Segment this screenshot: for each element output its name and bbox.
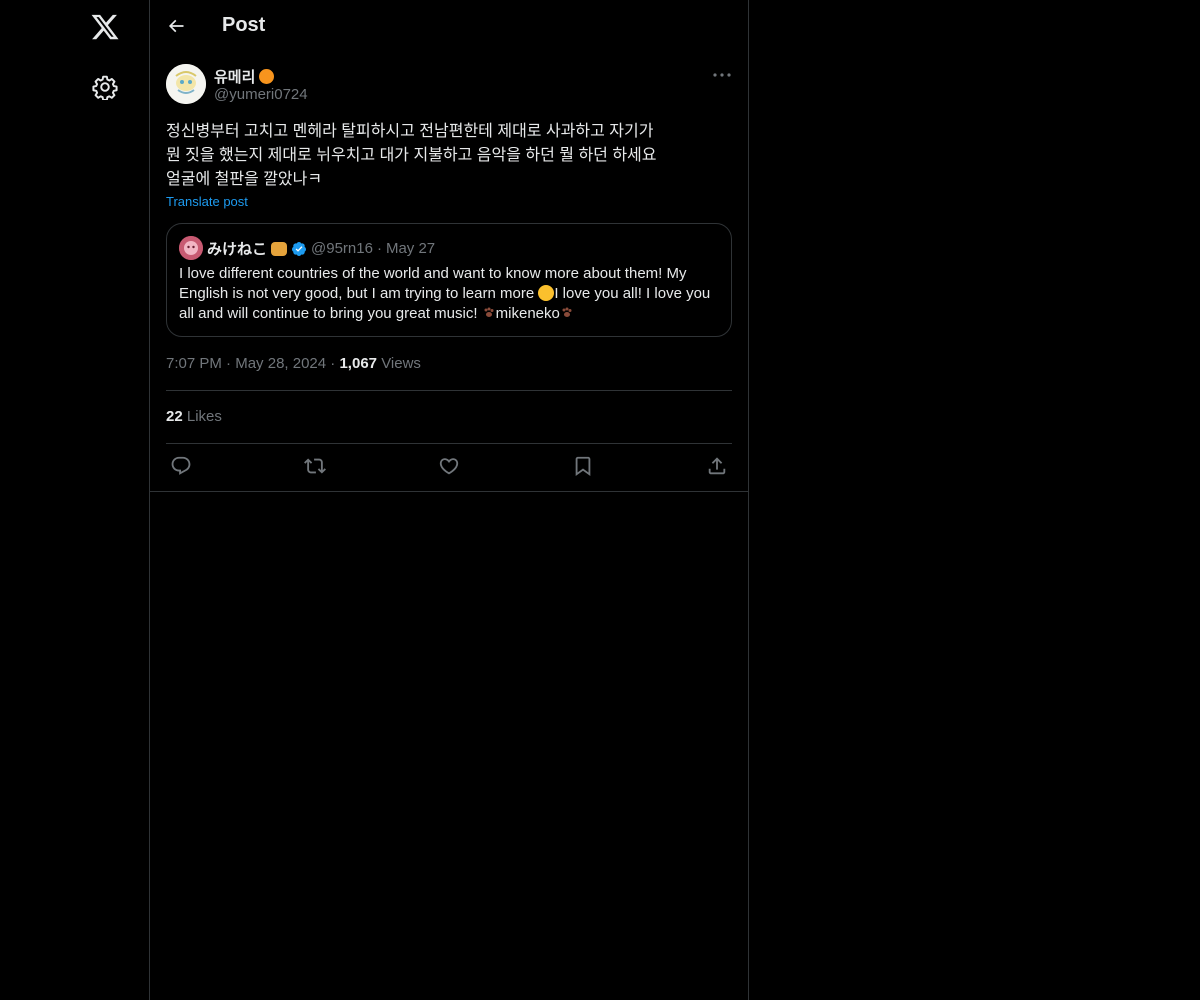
author-handle[interactable]: @yumeri0724 bbox=[214, 86, 308, 103]
author-name[interactable]: 유메리 bbox=[214, 66, 275, 87]
x-logo-icon[interactable] bbox=[90, 12, 120, 42]
likes-label: Likes bbox=[186, 408, 222, 425]
paw-prints-emoji-icon bbox=[560, 306, 574, 320]
post-actions bbox=[166, 455, 732, 479]
post-author: 유메리 @yumeri0724 bbox=[166, 64, 734, 108]
quote-date: May 27 bbox=[385, 240, 436, 257]
quote-text: I love different countries of the world … bbox=[179, 264, 723, 324]
post-date[interactable]: May 28, 2024 bbox=[235, 355, 326, 372]
likes-stat[interactable]: 22 Likes bbox=[166, 408, 222, 425]
pancake-emoji-icon bbox=[271, 241, 288, 256]
page-title: Post bbox=[222, 14, 266, 36]
meta-separator-dot: · bbox=[330, 355, 336, 372]
post-column: Post 유메리 @yumeri0724 정신병부터 고치고 멘헤라 탈피하시고… bbox=[150, 0, 749, 1000]
meta-separator-dot: · bbox=[226, 355, 232, 372]
likes-count: 22 bbox=[166, 408, 183, 425]
quote-author-name: みけねこ bbox=[207, 241, 268, 258]
quote-author-avatar bbox=[179, 236, 203, 260]
share-icon[interactable] bbox=[706, 455, 728, 477]
orange-emoji-icon bbox=[259, 69, 275, 84]
section-bottom-border bbox=[150, 491, 748, 492]
post-time[interactable]: 7:07 PM bbox=[166, 355, 222, 372]
views-count: 1,067 bbox=[339, 355, 378, 372]
back-arrow-icon[interactable] bbox=[166, 16, 186, 36]
quoted-post[interactable]: みけねこ @95rn16 · May 27 I love different c… bbox=[166, 223, 732, 337]
author-name-text: 유메리 bbox=[214, 69, 256, 86]
settings-gear-icon[interactable] bbox=[92, 74, 118, 101]
post-header: Post bbox=[150, 0, 748, 54]
quote-separator-dot: · bbox=[376, 240, 382, 257]
paw-prints-emoji-icon bbox=[482, 306, 496, 320]
post-text: 정신병부터 고치고 멘헤라 탈피하시고 전남편한테 제대로 사과하고 자기가 뭔… bbox=[166, 123, 657, 188]
quote-text-part3: mikeneko bbox=[495, 305, 560, 322]
bookmark-icon[interactable] bbox=[572, 455, 594, 477]
reply-icon[interactable] bbox=[170, 455, 192, 477]
author-avatar[interactable] bbox=[166, 64, 206, 104]
more-dots-icon[interactable] bbox=[710, 64, 734, 86]
divider bbox=[166, 390, 732, 391]
left-rail bbox=[0, 0, 150, 1000]
post-metadata: 7:07 PM · May 28, 2024 · 1,067 Views bbox=[166, 355, 421, 372]
flushed-face-emoji-icon bbox=[538, 285, 555, 301]
translate-post-link[interactable]: Translate post bbox=[166, 194, 248, 209]
like-heart-icon[interactable] bbox=[438, 455, 460, 477]
quote-author-handle: @95rn16 bbox=[311, 240, 373, 257]
views-label: Views bbox=[381, 355, 421, 372]
verified-badge-icon bbox=[291, 241, 307, 257]
divider bbox=[166, 443, 732, 444]
quote-header: みけねこ @95rn16 · May 27 bbox=[207, 238, 435, 259]
repost-icon[interactable] bbox=[304, 455, 326, 477]
